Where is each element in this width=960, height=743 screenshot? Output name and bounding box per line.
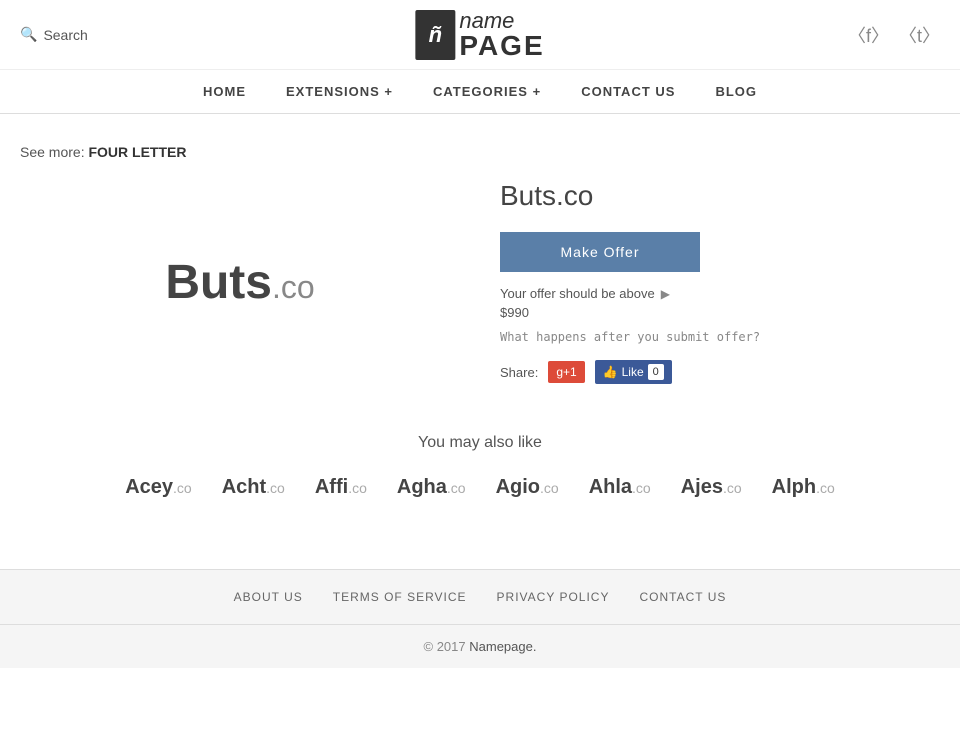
footer-links: ABOUT US TERMS OF SERVICE PRIVACY POLICY CO… [0, 570, 960, 624]
fb-count: 0 [648, 364, 664, 380]
product-ext-text: .co [272, 269, 315, 305]
facebook-like-button[interactable]: 👍 Like 0 [595, 360, 672, 384]
nav-blog[interactable]: BLOG [715, 84, 757, 99]
product-logo: Buts.co [165, 255, 314, 310]
see-more-link[interactable]: FOUR LETTER [88, 144, 186, 160]
also-like-section: You may also like Acey.coAcht.coAffi.coA… [20, 434, 940, 499]
product-info: Buts.co Make Offer Your offer should be … [500, 180, 940, 384]
product-name-text: Buts [165, 256, 272, 309]
domain-item[interactable]: Acey.co [125, 476, 192, 499]
site-footer: ABOUT US TERMS OF SERVICE PRIVACY POLICY CO… [0, 569, 960, 668]
fb-thumb-icon: 👍 [603, 365, 618, 379]
domain-item[interactable]: Ahla.co [589, 476, 651, 499]
see-more-prefix: See more: [20, 144, 85, 160]
footer-link-about-us[interactable]: ABOUT US [234, 590, 303, 604]
share-row: Share: g+1 👍 Like 0 [500, 360, 940, 384]
product-area: Buts.co Buts.co Make Offer Your offer sh… [20, 180, 940, 384]
domain-item[interactable]: Agha.co [397, 476, 466, 499]
nav-extensions[interactable]: EXTENSIONS + [286, 84, 393, 99]
logo-link[interactable]: ñ name PAGE [415, 10, 544, 60]
domain-item[interactable]: Affi.co [315, 476, 367, 499]
make-offer-button[interactable]: Make Offer [500, 232, 700, 272]
google-plus-button[interactable]: g+1 [548, 361, 584, 383]
domain-item[interactable]: Agio.co [496, 476, 559, 499]
fb-like-label: Like [622, 365, 644, 379]
site-header: 🔍 Search ñ name PAGE 〈f〉 〈t〉 [0, 0, 960, 70]
search-icon: 🔍 [20, 26, 37, 43]
domain-grid: Acey.co Acht.co Affi.co Agha.co Agio.co Ahla.… [20, 476, 940, 499]
offer-hint-text: Your offer should be above [500, 286, 655, 301]
nav-contact[interactable]: CONTACT US [581, 84, 675, 99]
footer-link-terms[interactable]: TERMS OF SERVICE [333, 590, 467, 604]
footer-link-privacy[interactable]: PRIVACY POLICY [497, 590, 610, 604]
facebook-icon[interactable]: 〈f〉 [848, 22, 889, 48]
search-label: Search [43, 27, 87, 43]
nav-home[interactable]: HOME [203, 84, 246, 99]
social-icons: 〈f〉 〈t〉 [848, 22, 940, 48]
logo-text-group: name PAGE [459, 10, 544, 60]
also-like-heading: You may also like [20, 434, 940, 452]
copy-prefix: © 2017 [424, 639, 470, 654]
arrow-icon: ▶ [661, 287, 670, 301]
footer-copyright: © 2017 Namepage. [0, 624, 960, 668]
logo-icon-box: ñ [415, 10, 455, 60]
logo[interactable]: ñ name PAGE [415, 10, 544, 60]
what-happens-link[interactable]: What happens after you submit offer? [500, 330, 940, 344]
domain-item[interactable]: Acht.co [222, 476, 285, 499]
offer-hint: Your offer should be above ▶ [500, 286, 940, 301]
main-nav: HOME EXTENSIONS + CATEGORIES + CONTACT U… [0, 70, 960, 114]
logo-page: PAGE [459, 32, 544, 60]
main-content: See more: FOUR LETTER Buts.co Buts.co Ma… [0, 114, 960, 529]
footer-link-contact[interactable]: CONTACT US [639, 590, 726, 604]
search-button[interactable]: 🔍 Search [20, 26, 88, 43]
nav-categories[interactable]: CATEGORIES + [433, 84, 541, 99]
product-title: Buts.co [500, 180, 940, 212]
copy-brand-link[interactable]: Namepage. [469, 639, 536, 654]
logo-name: name [459, 10, 544, 32]
product-logo-area: Buts.co [20, 180, 460, 384]
see-more-section: See more: FOUR LETTER [20, 144, 940, 160]
offer-price: $990 [500, 305, 940, 320]
domain-item[interactable]: Ajes.co [681, 476, 742, 499]
twitter-icon[interactable]: 〈t〉 [899, 22, 940, 48]
domain-item[interactable]: Alph.co [772, 476, 835, 499]
share-label: Share: [500, 365, 538, 380]
